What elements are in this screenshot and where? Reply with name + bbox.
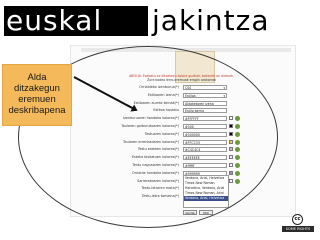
callout-box: Alda ditzakegun eremuen deskribapena (2, 64, 72, 126)
cc-license-badge[interactable]: cc SOME RIGHTS RESERVED (282, 214, 314, 237)
callout-line: ditzakegun (14, 83, 60, 94)
callout-line: deskribapena (8, 105, 66, 116)
logo-euskal: euskal (4, 6, 148, 36)
callout-line: eremuen (18, 94, 56, 105)
license-text: SOME RIGHTS RESERVED (282, 226, 314, 237)
cc-icon: cc (292, 214, 303, 225)
callout-line: Alda (27, 72, 47, 83)
logo-jakintza: jakintza (152, 4, 270, 37)
title-banner: euskal jakintza (0, 0, 320, 40)
